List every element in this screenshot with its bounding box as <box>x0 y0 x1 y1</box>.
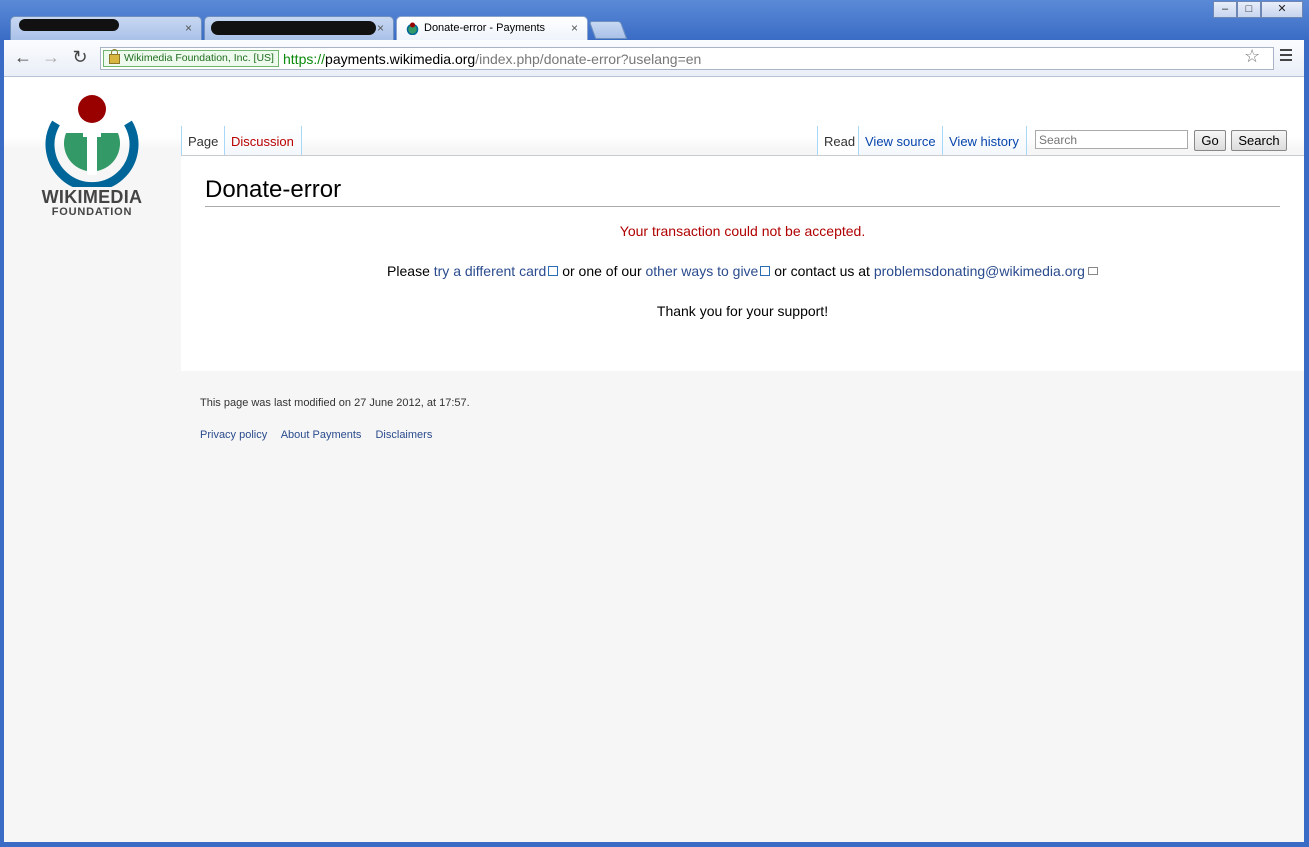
search-button[interactable]: Search <box>1231 130 1287 151</box>
close-window-button[interactable]: ✕ <box>1261 1 1303 18</box>
minimize-button[interactable]: – <box>1213 1 1237 18</box>
address-bar[interactable]: Wikimedia Foundation, Inc. [US] https://… <box>100 47 1274 70</box>
bookmark-star-icon[interactable]: ☆ <box>1244 46 1260 67</box>
wikimedia-foundation-logo[interactable]: WIKIMEDIA FOUNDATION <box>32 95 152 221</box>
forward-arrow-icon[interactable]: → <box>41 48 61 68</box>
tab-strip: × × Donate-error - Payments × – □ ✕ <box>0 0 1309 41</box>
ev-certificate-badge[interactable]: Wikimedia Foundation, Inc. [US] <box>103 49 279 67</box>
disclaimers-link[interactable]: Disclaimers <box>375 429 432 441</box>
browser-toolbar: ← → ↻ Wikimedia Foundation, Inc. [US] ht… <box>4 40 1304 77</box>
redaction-scribble <box>211 21 376 35</box>
tab-1[interactable]: × <box>10 16 202 40</box>
maximize-button[interactable]: □ <box>1237 1 1261 18</box>
email-link[interactable]: problemsdonating@wikimedia.org <box>874 263 1085 279</box>
mail-icon <box>1087 267 1098 275</box>
try-different-card-link[interactable]: try a different card <box>434 263 547 279</box>
tab-title: Donate-error - Payments <box>424 22 546 34</box>
please-text: Please <box>387 263 430 279</box>
browser-window: × × Donate-error - Payments × – □ ✕ ← → … <box>0 0 1309 847</box>
logo-subtitle: FOUNDATION <box>51 206 133 218</box>
wrench-menu-icon[interactable] <box>1280 49 1292 64</box>
other-ways-to-give-link[interactable]: other ways to give <box>646 263 759 279</box>
tab-close-icon[interactable]: × <box>185 21 192 35</box>
privacy-policy-link[interactable]: Privacy policy <box>200 429 267 441</box>
external-link-icon <box>760 266 771 276</box>
back-arrow-icon[interactable]: ← <box>13 48 33 68</box>
about-payments-link[interactable]: About Payments <box>281 429 362 441</box>
url-host: payments.wikimedia.org <box>325 51 476 67</box>
redaction-scribble <box>19 19 119 31</box>
thank-you-text: Thank you for your support! <box>656 303 829 319</box>
content-area: Donate-error Your transaction could not … <box>181 155 1304 371</box>
url-scheme: https:// <box>283 51 326 67</box>
instructions-line: Please try a different card or one of ou… <box>181 263 1304 279</box>
error-message: Your transaction could not be accepted. <box>619 223 866 239</box>
contact-us-text: or contact us at <box>774 263 870 279</box>
new-tab-button[interactable] <box>588 21 628 39</box>
page-viewport: WIKIMEDIA FOUNDATION Page Discussion Rea… <box>4 77 1304 842</box>
tab-discussion[interactable]: Discussion <box>225 126 302 157</box>
tab-donate-error[interactable]: Donate-error - Payments × <box>396 16 588 41</box>
url-text: https://payments.wikimedia.org/index.php… <box>283 51 701 67</box>
wikimedia-favicon-icon <box>406 22 419 35</box>
tab-2[interactable]: × <box>204 16 394 40</box>
footer-links: Privacy policy About Payments Disclaimer… <box>200 429 443 441</box>
tab-view-source[interactable]: View source <box>859 126 943 157</box>
external-link-icon <box>548 266 559 276</box>
or-one-of-our-text: or one of our <box>562 263 642 279</box>
tab-view-history[interactable]: View history <box>943 126 1027 157</box>
tab-close-icon[interactable]: × <box>571 21 578 35</box>
tab-close-icon[interactable]: × <box>377 21 384 35</box>
tab-read[interactable]: Read <box>817 126 859 157</box>
logo-wordmark: WIKIMEDIA <box>41 187 143 207</box>
lock-icon <box>109 49 120 64</box>
go-button[interactable]: Go <box>1194 130 1226 151</box>
search-input[interactable] <box>1035 130 1188 149</box>
page-title: Donate-error <box>205 176 1280 207</box>
footer-last-modified: This page was last modified on 27 June 2… <box>200 397 470 409</box>
ev-badge-label: Wikimedia Foundation, Inc. [US] <box>124 52 274 64</box>
reload-icon[interactable]: ↻ <box>70 48 90 68</box>
url-path: /index.php/donate-error?uselang=en <box>475 51 702 67</box>
wikimedia-logo-icon <box>45 95 139 192</box>
tab-page[interactable]: Page <box>181 126 225 157</box>
